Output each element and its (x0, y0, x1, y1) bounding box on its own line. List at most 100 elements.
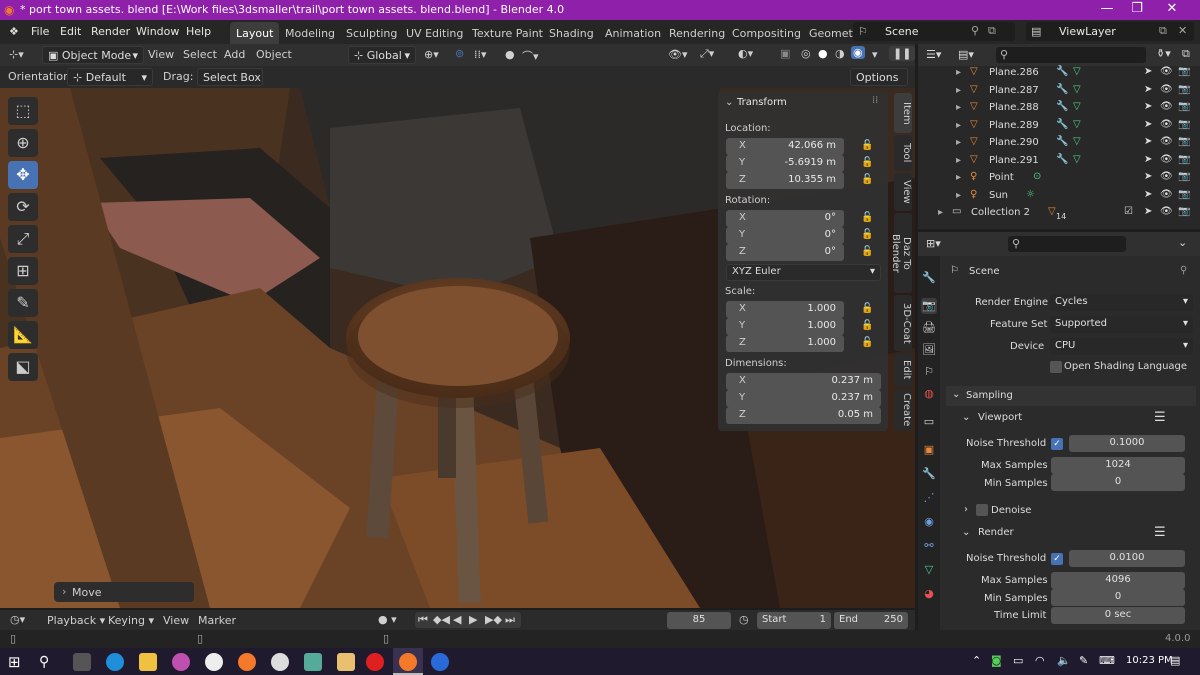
select-toggle-icon[interactable]: ➤ (1144, 66, 1152, 77)
filter-icon[interactable]: ⚱▾ (1156, 47, 1171, 60)
modifier-tab-icon[interactable]: 🔧 (921, 466, 937, 482)
blender-active-icon[interactable] (399, 653, 417, 671)
menu-render[interactable]: Render (91, 25, 130, 38)
close-button[interactable]: ✕ (1157, 1, 1187, 16)
start-frame-field[interactable]: Start 1 (757, 612, 831, 629)
app-icon[interactable] (271, 653, 289, 671)
rotation-x-field[interactable]: X 0° (726, 210, 844, 227)
time-limit-field[interactable]: 0 sec (1051, 607, 1185, 624)
select-toggle-icon[interactable]: ➤ (1144, 189, 1152, 200)
prev-keyframe-icon[interactable]: ◆◀ (433, 613, 450, 626)
properties-options-icon[interactable]: ⌄ (1178, 236, 1187, 249)
viewport-min-field[interactable]: 0 (1051, 474, 1185, 491)
shading-material-icon[interactable]: ◑ (835, 47, 845, 60)
pen-icon[interactable]: ✎ (1079, 654, 1088, 667)
snap-target-icon[interactable]: ⁞⁞▾ (474, 48, 487, 61)
outliner-row[interactable]: ▸ ▽ Plane.291 🔧 ▽ ➤ 👁 📷 (918, 153, 1200, 170)
timeline-editor-icon[interactable]: ◷▾ (10, 613, 25, 626)
expand-arrow-icon[interactable]: ▸ (956, 67, 961, 78)
camera-icon[interactable]: 📷 (1178, 136, 1190, 147)
device-dropdown[interactable]: CPU ▾ (1050, 338, 1193, 355)
pause-render-icon[interactable]: ❚❚ (889, 46, 916, 61)
world-tab-icon[interactable]: ◍ (921, 386, 937, 402)
keying-menu[interactable]: Keying ▾ (108, 614, 154, 627)
tab-rendering[interactable]: Rendering (663, 22, 731, 44)
osl-checkbox[interactable] (1050, 361, 1062, 373)
eye-icon[interactable]: 👁 (1160, 119, 1173, 130)
properties-search-input[interactable]: ⚲ (1008, 236, 1126, 252)
tab-create[interactable]: Create (894, 389, 912, 431)
proportional-edit-icon[interactable]: ● (505, 48, 515, 61)
jump-start-icon[interactable]: ⏮ (418, 613, 428, 627)
remove-view-layer-icon[interactable]: ✕ (1178, 24, 1187, 37)
viewport-noise-checkbox[interactable]: ✓ (1051, 438, 1063, 450)
include-checkbox[interactable]: ☑ (1124, 206, 1133, 217)
xray-icon[interactable]: ▣ (780, 47, 790, 60)
scale-icon[interactable]: ⤢ (8, 225, 38, 253)
shading-solid-icon[interactable]: ● (818, 47, 828, 60)
transform-icon[interactable]: ⊞ (8, 257, 38, 285)
camera-icon[interactable]: 📷 (1178, 66, 1190, 77)
new-view-layer-icon[interactable]: ⧉ (1159, 24, 1167, 38)
tab-edit[interactable]: Edit (894, 353, 912, 387)
expand-arrow-icon[interactable]: ▸ (956, 102, 961, 113)
display-mode-icon[interactable]: ▤▾ (958, 48, 974, 61)
notifications-icon[interactable]: ▤ (1170, 654, 1180, 667)
view-layer-selector[interactable]: ▤ ViewLayer ⧉ ✕ (1026, 22, 1194, 41)
properties-editor-icon[interactable]: ⊞▾ (926, 237, 941, 250)
expand-arrow-icon[interactable]: ▸ (956, 172, 961, 183)
photos-icon[interactable] (304, 653, 322, 671)
viewport-max-field[interactable]: 1024 (1051, 457, 1185, 474)
options-dropdown[interactable]: Options▾ (850, 68, 908, 86)
select-toggle-icon[interactable]: ➤ (1144, 171, 1152, 182)
eye-icon[interactable]: 👁 (1160, 189, 1173, 200)
particles-tab-icon[interactable]: ⋰ (921, 490, 937, 506)
lock-icon[interactable]: 🔓 (861, 337, 873, 348)
maximize-button[interactable]: ❐ (1122, 1, 1152, 16)
measure-icon[interactable]: 📐 (8, 321, 38, 349)
tab-3d-coat[interactable]: 3D-Coat (894, 295, 912, 351)
render-max-field[interactable]: 4096 (1051, 572, 1185, 589)
lock-icon[interactable]: 🔓 (861, 140, 873, 151)
location-x-field[interactable]: X 42.066 m (726, 138, 844, 155)
orientation-dropdown[interactable]: ⊹ Default ▾ (67, 68, 153, 86)
select-toggle-icon[interactable]: ➤ (1144, 101, 1152, 112)
rotation-mode-dropdown[interactable]: XYZ Euler ▾ (726, 264, 881, 281)
select-toggle-icon[interactable]: ➤ (1144, 84, 1152, 95)
expand-arrow-icon[interactable]: ⌄ (962, 527, 970, 538)
dimensions-x-field[interactable]: X 0.237 m (726, 373, 881, 390)
new-collection-icon[interactable]: ⧉ (1182, 47, 1190, 61)
shading-wireframe-icon[interactable]: ◎ (801, 47, 811, 60)
collapse-chevron-icon[interactable]: ⌄ (725, 97, 733, 108)
render-min-field[interactable]: 0 (1051, 589, 1185, 606)
lock-icon[interactable]: 🔓 (861, 174, 873, 185)
expand-arrow-icon[interactable]: ▸ (956, 137, 961, 148)
lock-icon[interactable]: 🔓 (861, 303, 873, 314)
minimize-button[interactable]: — (1092, 1, 1122, 16)
tab-shading[interactable]: Shading (543, 22, 600, 44)
blender-taskbar-icon[interactable] (238, 653, 256, 671)
expand-arrow-icon[interactable]: ▸ (956, 120, 961, 131)
constraints-tab-icon[interactable]: ⚯ (921, 538, 937, 554)
battery-icon[interactable]: ▭ (1013, 654, 1023, 667)
editor-type-icon[interactable]: ⊹▾ (9, 48, 24, 61)
rotation-y-field[interactable]: Y 0° (726, 227, 844, 244)
outliner-row[interactable]: ▸ ▽ Plane.287 🔧 ▽ ➤ 👁 📷 (918, 83, 1200, 100)
eye-icon[interactable]: 👁 (1160, 101, 1173, 112)
gizmo-icon[interactable]: ⤢▾ (700, 47, 714, 61)
outliner-search-input[interactable]: ⚲ (996, 47, 1146, 63)
outliner-row[interactable]: ▸ ▭ Collection 2 ▽ 14 ☑ ➤ 👁 📷 (918, 205, 1200, 222)
app-icon[interactable] (431, 653, 449, 671)
outliner-row[interactable]: ▸ ▽ Plane.289 🔧 ▽ ➤ 👁 📷 (918, 118, 1200, 135)
data-tab-icon[interactable]: ▽ (921, 562, 937, 578)
expand-arrow-icon[interactable]: ▸ (956, 155, 961, 166)
pin-icon[interactable]: ⚲ (1180, 265, 1187, 276)
menu-file[interactable]: File (31, 25, 49, 38)
clock[interactable]: 10:23 PM (1126, 655, 1173, 666)
marker-menu[interactable]: Marker (198, 614, 236, 627)
eye-icon[interactable]: 👁 (1160, 171, 1173, 182)
cursor-icon[interactable]: ⊕ (8, 129, 38, 157)
end-frame-field[interactable]: End 250 (834, 612, 908, 629)
edge-browser-icon[interactable] (106, 653, 124, 671)
volume-icon[interactable]: 🔈 (1057, 654, 1071, 667)
